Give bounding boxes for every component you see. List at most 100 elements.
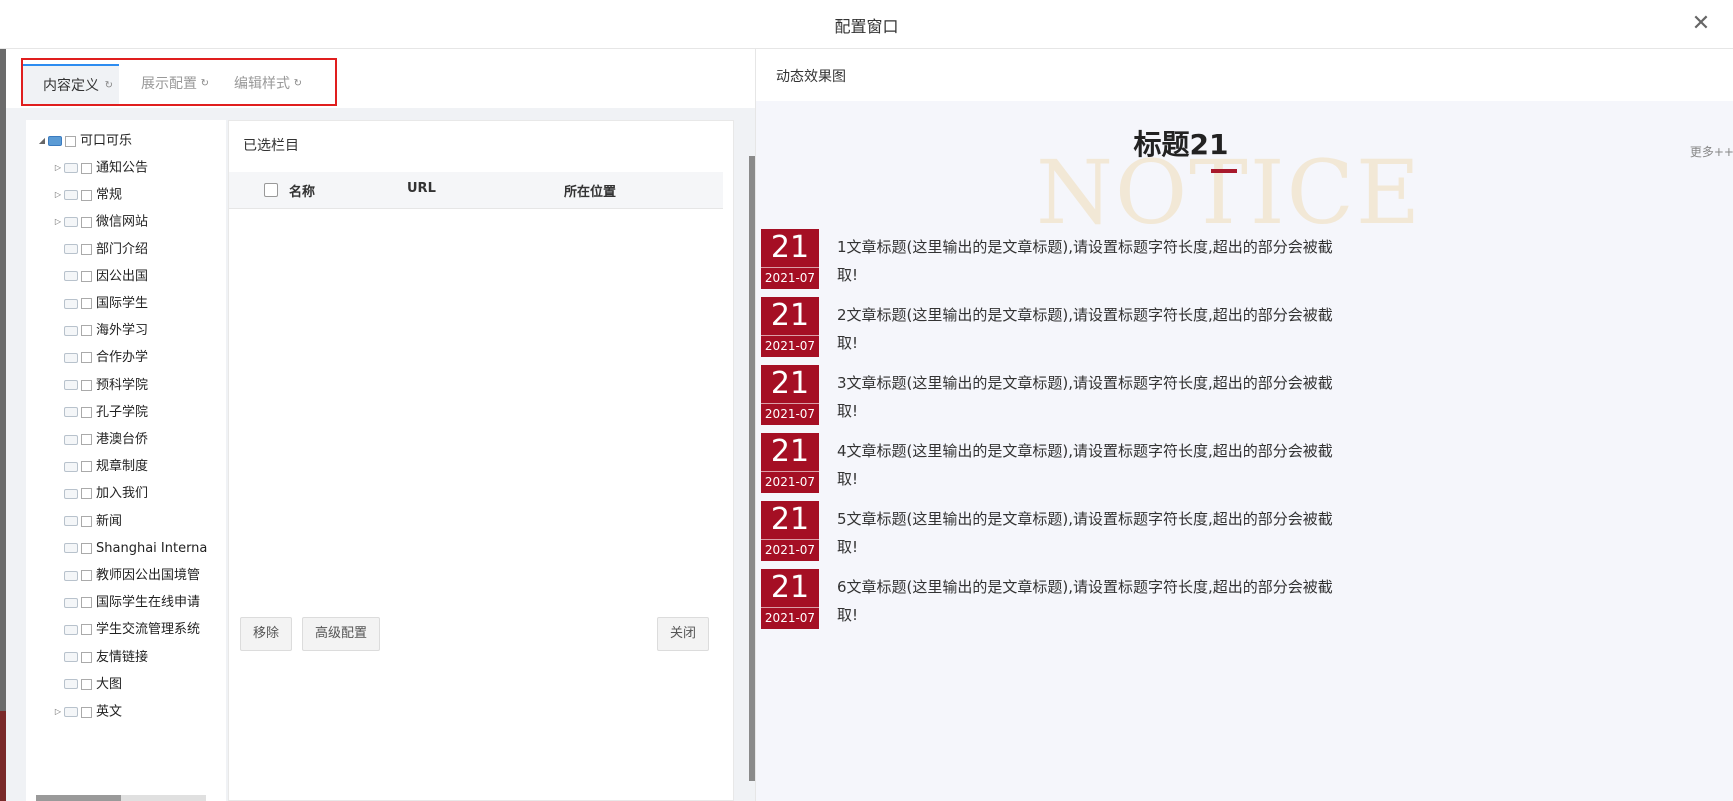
tree-checkbox[interactable] [81, 542, 92, 554]
tree-checkbox[interactable] [81, 298, 92, 309]
tree-checkbox[interactable] [81, 325, 92, 337]
tree-item[interactable]: 教师因公出国境管 [52, 561, 200, 591]
news-item[interactable]: 21 2021-07 4文章标题(这里输出的是文章标题),请设置标题字符长度,超出的… [761, 433, 1721, 495]
close-icon[interactable]: ✕ [1687, 10, 1715, 38]
news-title[interactable]: 4文章标题(这里输出的是文章标题),请设置标题字符长度,超出的部分会被截取! [837, 437, 1337, 493]
tree-checkbox[interactable] [81, 461, 92, 473]
advanced-config-button[interactable]: 高级配置 [302, 617, 381, 651]
tree-checkbox[interactable] [81, 189, 92, 201]
tree-item[interactable]: Shanghai Interna [52, 534, 207, 564]
date-day: 21 [770, 570, 810, 605]
tree-checkbox[interactable] [81, 406, 92, 418]
tree-item[interactable]: 海外学习 [52, 316, 148, 346]
tree-item[interactable]: 因公出国 [52, 262, 148, 292]
tree-item[interactable]: 国际学生在线申请 [52, 588, 200, 618]
tab-label: 编辑样式 [234, 76, 290, 92]
tab-display-config[interactable]: 展示配置 ↻ [121, 64, 215, 104]
tree-checkbox[interactable] [81, 678, 92, 690]
tree-item[interactable]: ▷ 微信网站 [52, 207, 148, 237]
tree-item[interactable]: ▷ 通知公告 [52, 153, 148, 183]
tree-checkbox[interactable] [81, 270, 92, 282]
news-title[interactable]: 6文章标题(这里输出的是文章标题),请设置标题字符长度,超出的部分会被截取! [837, 573, 1337, 629]
date-day: 21 [770, 502, 810, 537]
tree-item[interactable]: 新闻 [52, 507, 122, 537]
tree-checkbox[interactable] [81, 515, 92, 527]
date-day: 21 [770, 230, 810, 265]
tree-label: 孔子学院 [96, 404, 149, 420]
remove-button[interactable]: 移除 [240, 617, 293, 651]
tab-edit-style[interactable]: 编辑样式 ↻ [214, 64, 308, 104]
tree-checkbox[interactable] [81, 624, 92, 636]
folder-icon [64, 652, 78, 663]
tree-label: 大图 [96, 676, 123, 692]
tree-item[interactable]: 国际学生 [52, 289, 148, 319]
news-item[interactable]: 21 2021-07 3文章标题(这里输出的是文章标题),请设置标题字符长度,超出的… [761, 365, 1721, 427]
window-title: 配置窗口 [834, 17, 899, 36]
tree-checkbox[interactable] [81, 434, 92, 445]
news-title[interactable]: 5文章标题(这里输出的是文章标题),请设置标题字符长度,超出的部分会被截取! [837, 505, 1337, 561]
column-header-location: 所在位置 [564, 185, 617, 200]
tree-label: 英文 [96, 704, 123, 720]
tree-item[interactable]: 孔子学院 [52, 398, 148, 428]
column-header-name: 名称 [289, 185, 316, 200]
tree-item[interactable]: 港澳台侨 [52, 425, 148, 455]
news-title[interactable]: 2文章标题(这里输出的是文章标题),请设置标题字符长度,超出的部分会被截取! [837, 301, 1337, 357]
folder-icon [64, 163, 78, 173]
news-title[interactable]: 1文章标题(这里输出的是文章标题),请设置标题字符长度,超出的部分会被截取! [837, 233, 1337, 289]
tree-horizontal-scrollbar[interactable] [36, 795, 206, 801]
tree-checkbox[interactable] [81, 706, 92, 718]
tree-checkbox[interactable] [81, 488, 92, 500]
folder-icon [64, 325, 78, 336]
tree-item[interactable]: 预科学院 [52, 371, 148, 401]
date-day: 21 [770, 434, 810, 469]
tree-checkbox[interactable] [81, 570, 92, 581]
tree-checkbox[interactable] [81, 651, 92, 663]
tree-item[interactable]: 友情链接 [52, 643, 148, 673]
expand-arrow-icon[interactable]: ◢ [36, 126, 48, 156]
refresh-icon[interactable]: ↻ [105, 66, 113, 106]
tree-item[interactable]: 部门介绍 [52, 235, 148, 265]
column-tree: ◢ 可口可乐 ▷ 通知公告 ▷ 常规 ▷ 微信网站 部门介绍 因公出国 国际学生 海外学习 合作办学预… [26, 120, 226, 801]
tree-item[interactable]: ▷ 常规 [52, 180, 122, 210]
news-item[interactable]: 21 2021-07 1文章标题(这里输出的是文章标题),请设置标题字符长度,超出的… [761, 229, 1721, 291]
tree-item[interactable]: 加入我们 [52, 479, 148, 509]
tree-label: 预科学院 [96, 377, 149, 393]
tree-item[interactable]: ▷ 英文 [52, 697, 122, 727]
expand-arrow-icon[interactable]: ▷ [52, 153, 64, 183]
folder-icon [64, 434, 78, 445]
tree-checkbox[interactable] [81, 162, 92, 174]
tree-checkbox[interactable] [81, 216, 92, 228]
news-title[interactable]: 3文章标题(这里输出的是文章标题),请设置标题字符长度,超出的部分会被截取! [837, 369, 1337, 425]
folder-icon [64, 407, 78, 418]
news-item[interactable]: 21 2021-07 2文章标题(这里输出的是文章标题),请设置标题字符长度,超出的… [761, 297, 1721, 359]
folder-icon [64, 543, 78, 554]
folder-icon [48, 136, 62, 146]
tree-checkbox[interactable] [81, 352, 92, 364]
tree-checkbox[interactable] [81, 597, 92, 609]
more-link[interactable]: 更多++ [1690, 143, 1733, 160]
tree-checkbox[interactable] [65, 135, 76, 147]
select-all-checkbox[interactable] [264, 183, 278, 197]
tree-item[interactable]: 学生交流管理系统 [52, 615, 200, 645]
tree-checkbox[interactable] [81, 379, 92, 391]
tree-item[interactable]: 合作办学 [52, 343, 148, 373]
expand-arrow-icon[interactable]: ▷ [52, 180, 64, 210]
expand-arrow-icon[interactable]: ▷ [52, 207, 64, 237]
tree-label: 规章制度 [96, 459, 149, 475]
close-button[interactable]: 关闭 [657, 617, 710, 651]
tree-root[interactable]: ◢ 可口可乐 [36, 126, 132, 156]
tree-item[interactable]: 大图 [52, 670, 122, 700]
tree-label: 新闻 [96, 513, 123, 529]
expand-arrow-icon[interactable]: ▷ [52, 697, 64, 727]
refresh-icon[interactable]: ↻ [201, 64, 209, 104]
date-badge: 21 2021-07 [761, 229, 819, 289]
tree-checkbox[interactable] [81, 243, 92, 255]
preview-title: 标题21 [1133, 128, 1229, 161]
scrollbar-thumb[interactable] [36, 795, 121, 801]
refresh-icon[interactable]: ↻ [294, 64, 302, 104]
news-item[interactable]: 21 2021-07 5文章标题(这里输出的是文章标题),请设置标题字符长度,超出的… [761, 501, 1721, 563]
tab-content-definition[interactable]: 内容定义 ↻ [23, 64, 119, 104]
tree-item[interactable]: 规章制度 [52, 452, 148, 482]
news-item[interactable]: 21 2021-07 6文章标题(这里输出的是文章标题),请设置标题字符长度,超出的… [761, 569, 1721, 631]
folder-icon [64, 597, 78, 608]
